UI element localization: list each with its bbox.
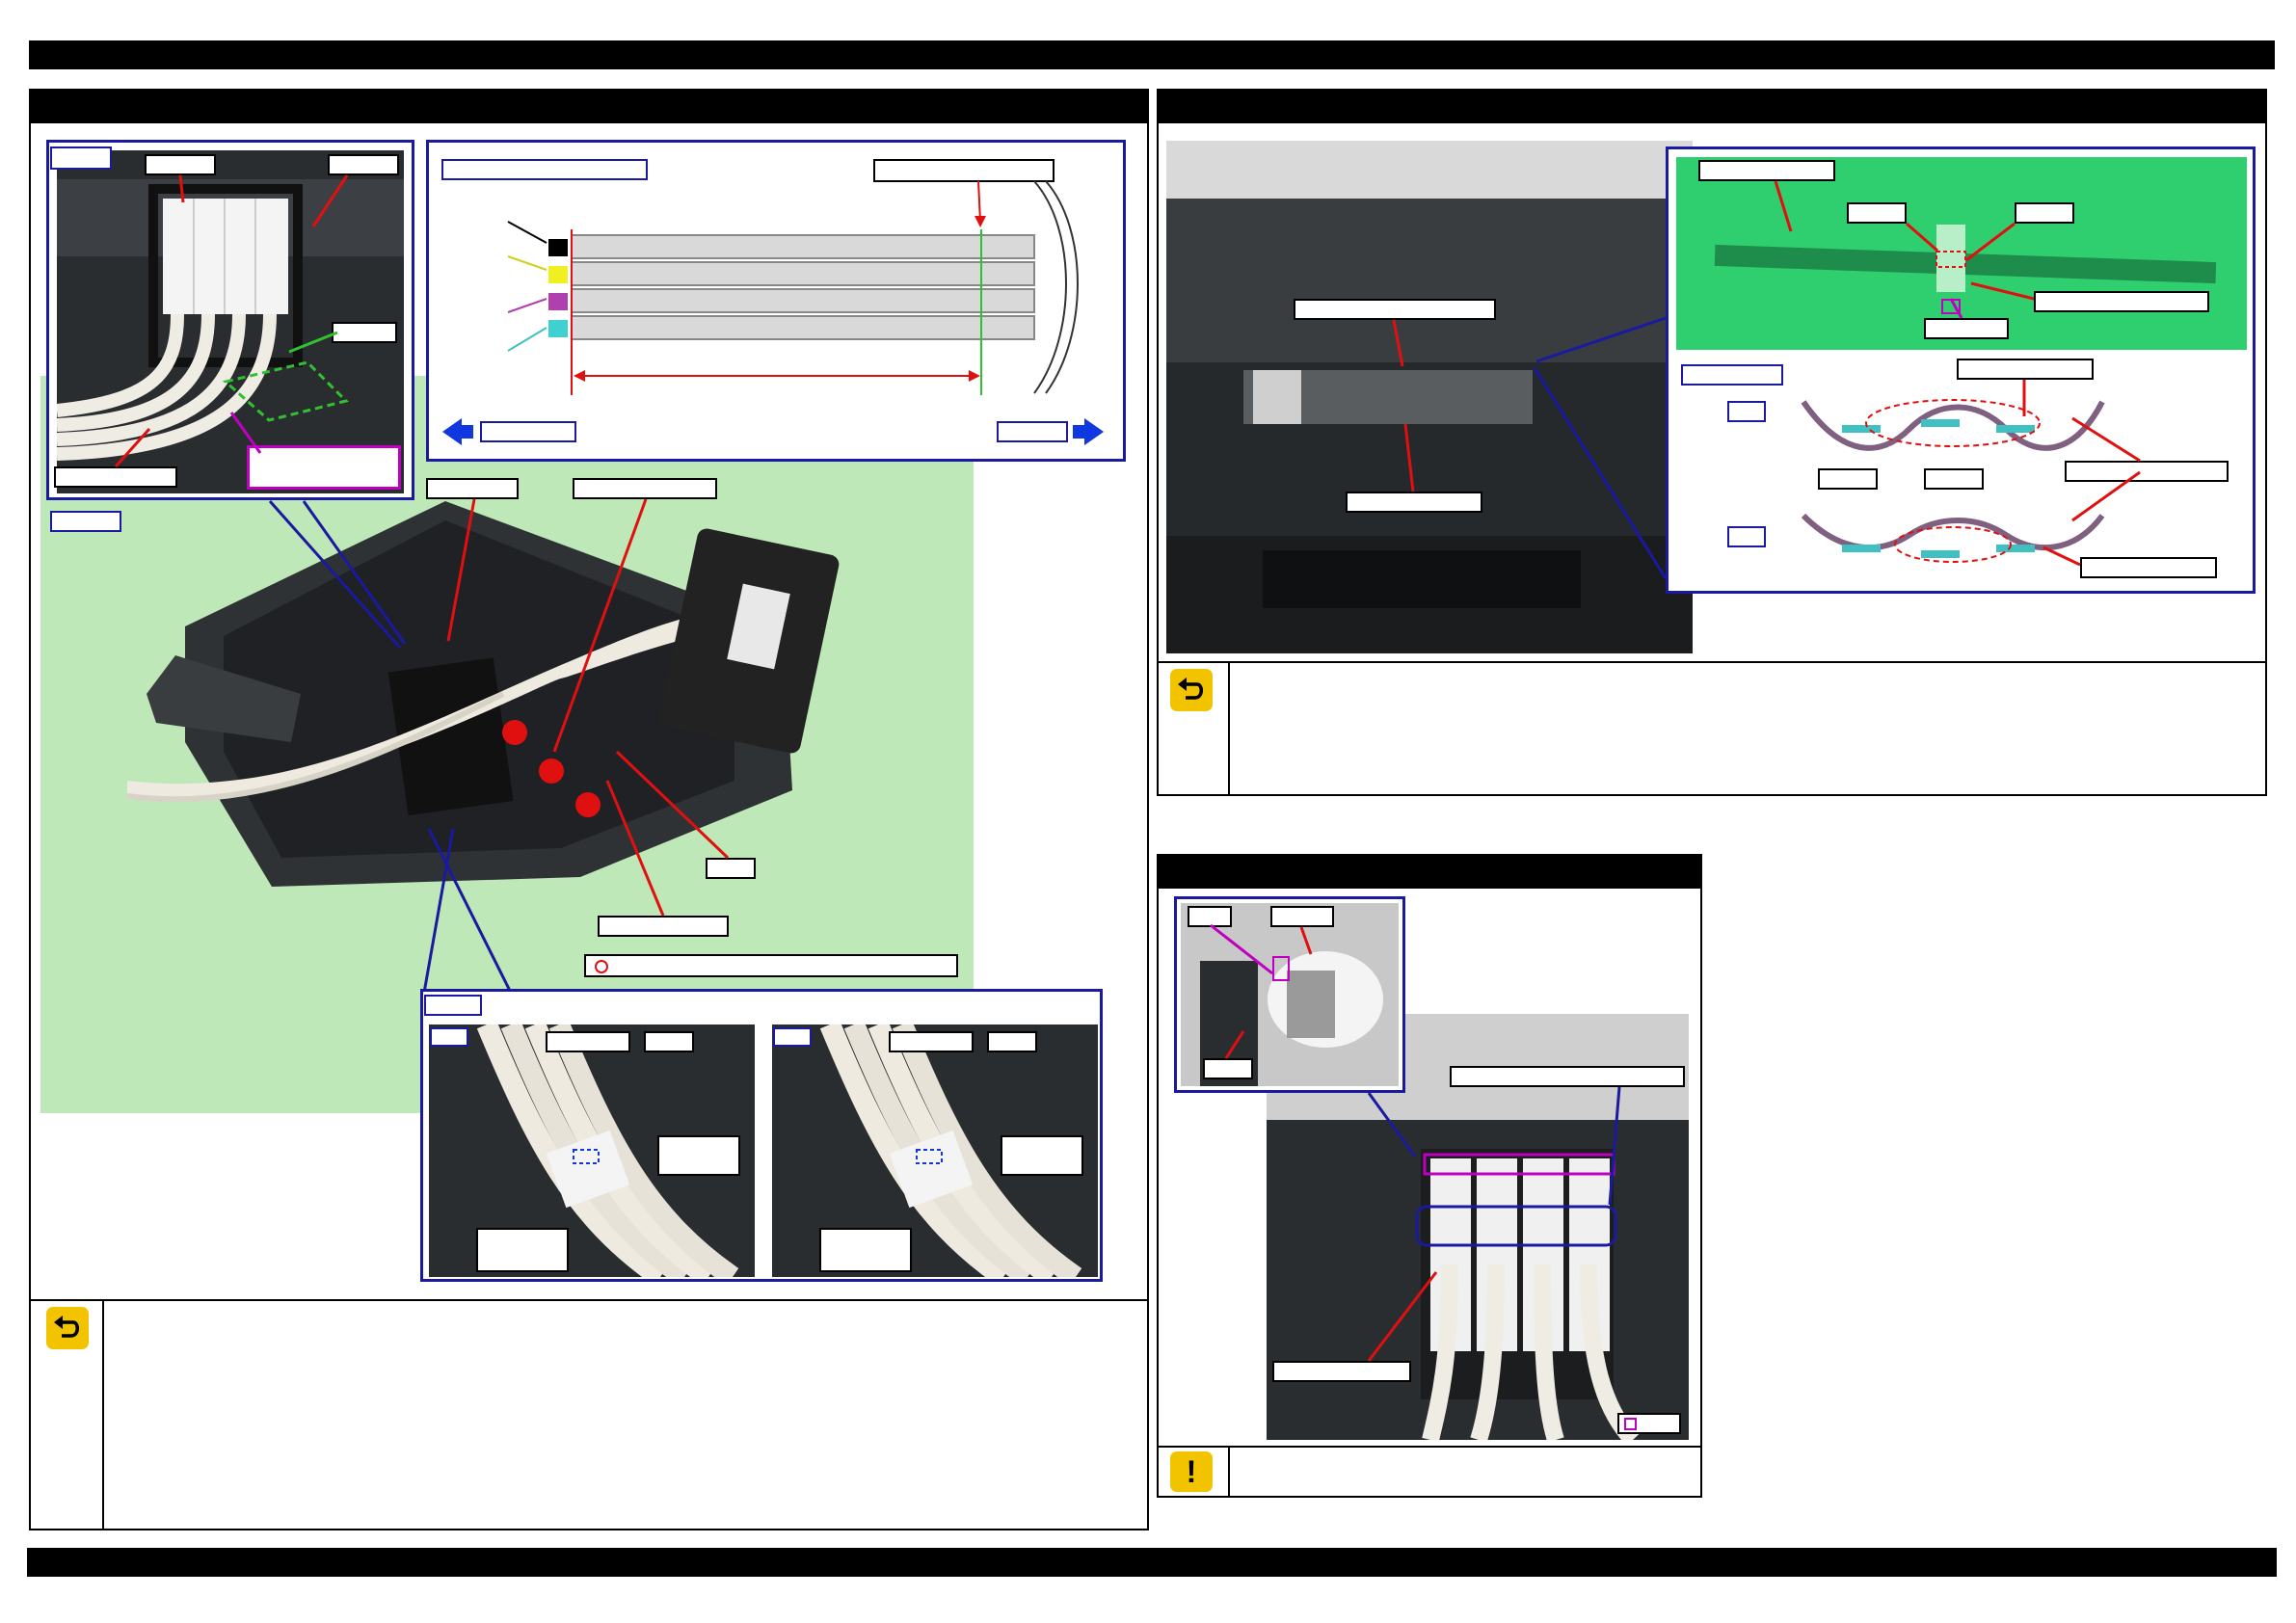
caution-icon: ! — [1170, 1451, 1213, 1492]
right-bottom-leader-lines — [1210, 923, 1621, 1362]
manual-page: { "icons": { "reassembly": "reassembly-i… — [0, 0, 2296, 1623]
page-footer-bar — [27, 1548, 2277, 1577]
caution-column-divider — [1228, 1446, 1230, 1498]
caution-divider — [1157, 1446, 1702, 1448]
